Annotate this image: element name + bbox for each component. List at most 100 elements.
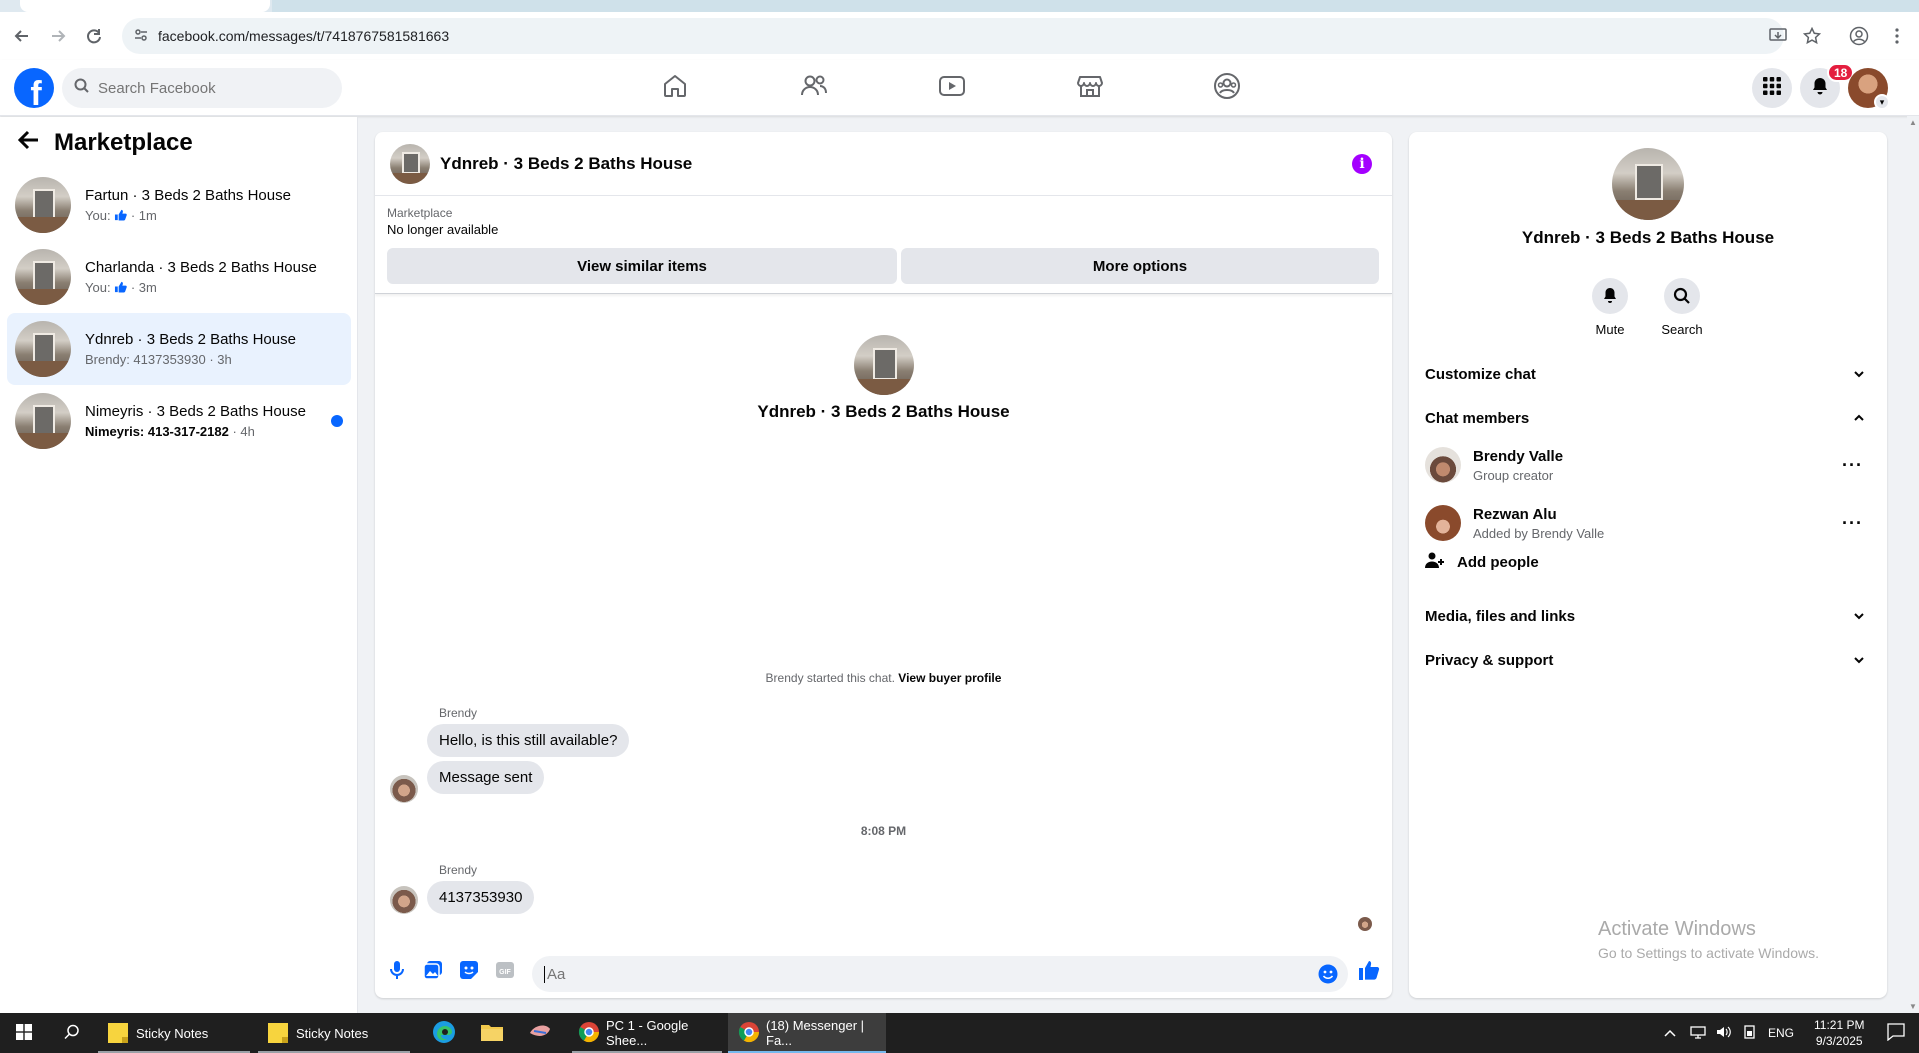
bookmark-star-icon[interactable] (1794, 18, 1830, 54)
nav-home[interactable] (620, 64, 730, 112)
search-icon (64, 1024, 80, 1043)
conversation-title: Charlanda · 3 Beds 2 Baths House (85, 259, 317, 276)
message-bubble[interactable]: Hello, is this still available? (427, 724, 630, 757)
more-options-icon[interactable]: ··· (1842, 513, 1863, 534)
start-button[interactable] (8, 1013, 40, 1053)
scroll-down-icon[interactable]: ▼ (1909, 1002, 1917, 1011)
taskbar-item-label: PC 1 - Google Shee... (606, 1018, 689, 1048)
conversation-title: Ydnreb · 3 Beds 2 Baths House (85, 331, 296, 348)
nav-friends[interactable] (759, 64, 869, 112)
add-person-icon (1425, 551, 1445, 573)
volume-icon[interactable] (1716, 1025, 1732, 1042)
photo-icon[interactable] (421, 958, 445, 982)
network-icon[interactable] (1690, 1025, 1706, 1042)
nav-groups[interactable] (1172, 64, 1282, 112)
member-row[interactable]: Brendy Valle Group creator ··· (1417, 437, 1879, 493)
watermark-line-2: Go to Settings to activate Windows. (1598, 945, 1819, 961)
customize-chat-section[interactable]: Customize chat (1417, 354, 1879, 394)
menu-grid-button[interactable] (1752, 68, 1792, 108)
sender-avatar[interactable] (390, 775, 418, 803)
taskbar-item-app[interactable] (520, 1013, 560, 1053)
address-bar[interactable]: facebook.com/messages/t/7418767581581663 (122, 18, 1784, 54)
conversation-item-active[interactable]: Ydnreb · 3 Beds 2 Baths House Brendy: 41… (7, 313, 351, 385)
conversation-item[interactable]: Nimeyris · 3 Beds 2 Baths House Nimeyris… (7, 385, 351, 457)
chat-title[interactable]: Ydnreb · 3 Beds 2 Baths House (440, 154, 692, 174)
marketplace-label: Marketplace (387, 206, 453, 220)
search-label: Search (1661, 322, 1703, 337)
taskbar-item-google-sheets[interactable]: PC 1 - Google Shee... (572, 1013, 722, 1053)
edge-icon (432, 1020, 456, 1047)
sender-avatar[interactable] (390, 886, 418, 914)
taskbar-item-edge[interactable] (424, 1013, 464, 1053)
conversation-item[interactable]: Fartun · 3 Beds 2 Baths House You: · 1m (7, 169, 351, 241)
unread-indicator (331, 415, 343, 427)
taskbar-item-messenger[interactable]: (18) Messenger | Fa... (728, 1013, 886, 1053)
chat-listing-thumbnail[interactable] (390, 143, 430, 184)
details-listing-thumbnail[interactable] (1612, 148, 1684, 220)
page-scrollbar[interactable]: ▲ ▼ (1907, 116, 1919, 1013)
taskbar-search-button[interactable] (54, 1013, 90, 1053)
taskbar-item-label: Sticky Notes (136, 1025, 209, 1041)
language-indicator[interactable]: ENG (1768, 1026, 1794, 1040)
back-icon[interactable] (4, 18, 40, 54)
gif-icon[interactable]: GIF (493, 958, 517, 982)
more-options-icon[interactable]: ··· (1842, 455, 1863, 476)
browser-menu-icon[interactable] (1879, 18, 1915, 54)
info-icon[interactable]: i (1352, 154, 1372, 174)
chat-header: Ydnreb · 3 Beds 2 Baths House i (375, 132, 1392, 196)
sticker-icon[interactable] (457, 958, 481, 982)
reload-icon[interactable] (76, 18, 112, 54)
view-buyer-profile-link[interactable]: View buyer profile (898, 671, 1001, 685)
url-text: facebook.com/messages/t/7418767581581663 (158, 28, 450, 44)
emoji-icon[interactable] (1318, 964, 1338, 989)
mute-label: Mute (1595, 322, 1625, 337)
chat-members-label: Chat members (1425, 409, 1530, 427)
facebook-logo-icon[interactable]: f (14, 68, 54, 108)
facebook-search-input[interactable] (98, 79, 318, 97)
forward-icon[interactable] (40, 18, 76, 54)
install-app-icon[interactable] (1760, 18, 1796, 54)
active-browser-tab[interactable] (20, 0, 270, 12)
marketplace-icon (1076, 73, 1104, 104)
scroll-up-icon[interactable]: ▲ (1909, 118, 1917, 127)
nav-video[interactable] (897, 64, 1007, 112)
nav-marketplace[interactable] (1035, 64, 1145, 112)
privacy-support-section[interactable]: Privacy & support (1417, 640, 1879, 680)
bell-icon (1592, 278, 1628, 314)
chevron-up-icon[interactable] (1664, 1026, 1676, 1040)
account-chevron-down-icon[interactable]: ▾ (1874, 94, 1890, 110)
friends-icon (800, 73, 828, 104)
taskbar-item-sticky-notes[interactable]: Sticky Notes (98, 1013, 250, 1053)
more-options-button[interactable]: More options (901, 248, 1379, 284)
taskbar-item-sticky-notes[interactable]: Sticky Notes (258, 1013, 410, 1053)
browser-profile-icon[interactable] (1841, 18, 1877, 54)
back-arrow-icon[interactable] (17, 129, 40, 157)
thumbs-up-icon[interactable] (1357, 958, 1381, 982)
browser-tab-strip (0, 0, 1919, 12)
message-input-box[interactable] (532, 956, 1348, 992)
chat-members-section[interactable]: Chat members (1417, 398, 1879, 438)
message-timestamp: 8:08 PM (860, 824, 907, 838)
chevron-down-icon (1854, 657, 1864, 664)
add-people-button[interactable]: Add people (1417, 542, 1879, 582)
media-files-links-section[interactable]: Media, files and links (1417, 596, 1879, 636)
mute-button[interactable]: Mute (1580, 278, 1640, 337)
message-bubble[interactable]: 4137353930 (427, 881, 535, 914)
browser-toolbar: facebook.com/messages/t/7418767581581663 (0, 12, 1919, 60)
view-similar-items-button[interactable]: View similar items (387, 248, 897, 284)
taskbar-item-file-explorer[interactable] (472, 1013, 512, 1053)
facebook-search-box[interactable] (62, 68, 342, 108)
clock[interactable]: 11:21 PM 9/3/2025 (1814, 1017, 1864, 1049)
message-bubble[interactable]: Message sent (427, 761, 545, 794)
search-conversation-button[interactable]: Search (1652, 278, 1712, 337)
conversation-item[interactable]: Charlanda · 3 Beds 2 Baths House You: · … (7, 241, 351, 313)
notification-center-icon[interactable] (1886, 1022, 1905, 1044)
sidebar-header: Marketplace (17, 129, 193, 157)
sticky-notes-icon (268, 1023, 288, 1043)
member-avatar (1425, 447, 1461, 483)
listing-thumbnail (15, 249, 71, 305)
site-settings-icon[interactable] (134, 28, 148, 45)
battery-icon[interactable] (1742, 1024, 1758, 1042)
microphone-icon[interactable] (385, 958, 409, 982)
message-input[interactable] (544, 965, 1304, 983)
